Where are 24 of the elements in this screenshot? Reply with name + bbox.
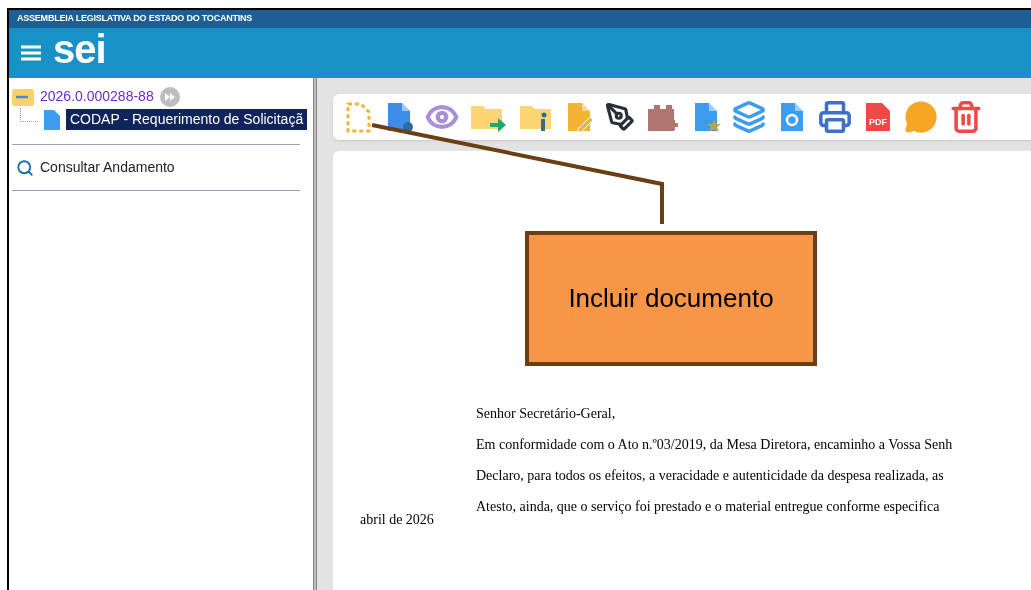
menu-item-label: Consultar Andamento	[40, 158, 175, 177]
printer-icon[interactable]	[818, 100, 852, 134]
callout-text: Incluir documento	[568, 282, 774, 315]
paragraph-text: Atesto, ainda, que o serviço foi prestado e o material entregue conforme especifica	[476, 498, 941, 516]
agency-title: ASSEMBLEIA LEGISLATIVA DO ESTADO DO TOCANTINS	[17, 12, 253, 26]
search-icon	[16, 158, 34, 177]
menu-item[interactable]: Consultar Andamento	[12, 145, 300, 190]
layers-icon[interactable]	[732, 100, 766, 134]
chat-bubble-icon[interactable]	[904, 100, 938, 134]
sei-logo[interactable]: sei	[53, 29, 106, 69]
tree-document-item[interactable]: CODAP - Requerimento de Solicitaçã	[66, 109, 308, 130]
menu-icon[interactable]	[21, 45, 41, 61]
process-number-link[interactable]: 2026.0.000288-88	[40, 86, 154, 107]
trash-icon[interactable]	[949, 100, 983, 134]
document-icon	[44, 109, 60, 130]
folder-icon	[12, 87, 34, 106]
pdf-file-icon[interactable]: PDF	[863, 101, 893, 133]
greeting-text: Senhor Secretário-Geral,	[476, 405, 617, 423]
paragraph-text: Em conformidade com o Ato n.º03/2019, da Mesa Diretora, encaminho a Vossa Senh	[476, 436, 954, 454]
pen-icon[interactable]	[605, 102, 635, 132]
fast-forward-icon[interactable]	[159, 86, 180, 107]
tree-connector	[20, 107, 38, 122]
paragraph-text: Declaro, para todos os efeitos, a veracidade e autenticidade da despesa realizada, as	[476, 467, 945, 485]
date-text: abril de 2026	[360, 511, 434, 529]
